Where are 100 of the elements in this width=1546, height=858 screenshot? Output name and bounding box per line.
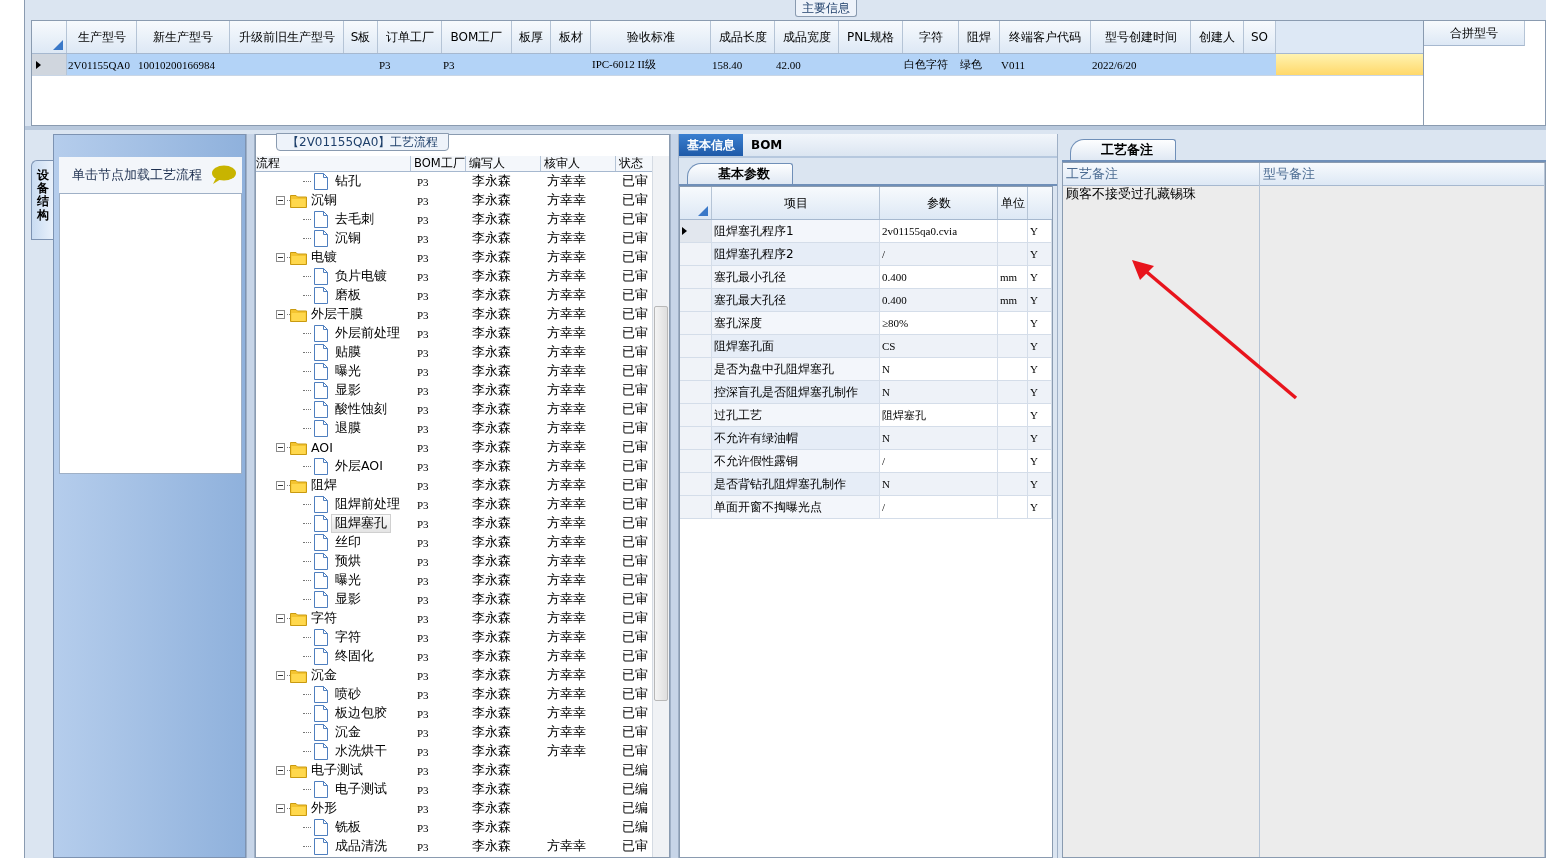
tree-item[interactable]: 外层前处理 [331, 324, 404, 343]
collapse-icon[interactable] [276, 443, 285, 452]
column-header[interactable]: 型号创建时间 [1091, 21, 1191, 53]
table-row[interactable]: 过孔工艺 阻焊塞孔 Y [680, 404, 1052, 427]
tree-item[interactable]: 沉金 [307, 666, 341, 685]
table-cell: 阻焊塞孔程序1 [712, 220, 880, 242]
table-row[interactable]: 塞孔最小孔径 0.400 mm Y [680, 266, 1052, 289]
tree-item[interactable]: 显影 [331, 381, 365, 400]
tree-item[interactable]: AOI [307, 439, 337, 456]
tree-item[interactable]: 水洗烘干 [331, 742, 391, 761]
collapse-icon[interactable] [276, 671, 285, 680]
column-header[interactable]: BOM工厂 [411, 156, 466, 171]
tree-item[interactable]: 喷砂 [331, 685, 365, 704]
column-header[interactable]: 创建人 [1191, 21, 1244, 53]
tree-item[interactable]: 退膜 [331, 419, 365, 438]
tree-item[interactable]: 成品清洗 [331, 837, 391, 856]
tree-item[interactable]: 电镀 [307, 248, 341, 267]
tree-item[interactable]: 沉金 [331, 723, 365, 742]
column-header[interactable]: 字符 [903, 21, 959, 53]
tree-item[interactable]: 显影 [331, 590, 365, 609]
column-header[interactable]: 参数 [880, 187, 998, 219]
tree-item[interactable]: 去毛刺 [331, 210, 378, 229]
table-row[interactable]: 单面开窗不掏曝光点 / Y [680, 496, 1052, 519]
table-row[interactable]: 2V01155QA0 10010200166984 P3 P3 IPC-6012 II级 158.40 42.00 白色字符 绿色 V011 2022/6/20 [32, 54, 1423, 76]
tree-item[interactable]: 丝印 [331, 533, 365, 552]
column-header[interactable]: 编写人 [466, 156, 541, 171]
tab[interactable]: BOM [743, 134, 791, 156]
table-row[interactable]: 塞孔最大孔径 0.400 mm Y [680, 289, 1052, 312]
collapse-icon[interactable] [276, 253, 285, 262]
collapse-icon[interactable] [276, 310, 285, 319]
tree-item[interactable]: 字符 [307, 609, 341, 628]
column-header[interactable]: S板 [344, 21, 378, 53]
table-row[interactable]: 不允许假性露铜 / Y [680, 450, 1052, 473]
table-row[interactable]: 塞孔深度 ≥80% Y [680, 312, 1052, 335]
tree-item[interactable]: 负片电镀 [331, 267, 391, 286]
table-row[interactable]: 控深盲孔是否阻焊塞孔制作 N Y [680, 381, 1052, 404]
tab[interactable]: 工艺备注 [1070, 139, 1176, 160]
tree-item[interactable]: 贴膜 [331, 343, 365, 362]
tree-item[interactable]: 外层干膜 [307, 305, 367, 324]
column-header[interactable]: 验收标准 [591, 21, 711, 53]
column-header[interactable]: 终端客户代码 [1000, 21, 1091, 53]
tree-item[interactable]: 铣板 [331, 818, 365, 837]
column-header[interactable]: 新生产型号 [137, 21, 230, 53]
tree-item[interactable]: 阻焊前处理 [331, 495, 404, 514]
column-header[interactable]: 合拼型号 [1424, 21, 1525, 46]
splitter[interactable] [246, 134, 255, 858]
column-header[interactable]: 板材 [551, 21, 591, 53]
column-header[interactable]: BOM工厂 [442, 21, 512, 53]
tree-item[interactable]: 沉铜 [307, 191, 341, 210]
tree-item[interactable]: 外形 [307, 799, 341, 818]
table-cell-text: P3 [416, 194, 430, 207]
tree-item[interactable]: 曝光 [331, 571, 365, 590]
collapse-icon[interactable] [276, 804, 285, 813]
column-header[interactable]: 核审人 [541, 156, 616, 171]
table-cell-text: 李永森 [471, 496, 512, 513]
tree-item[interactable]: 终固化 [331, 647, 378, 666]
column-header[interactable]: 单位 [998, 187, 1028, 219]
row-header[interactable] [680, 220, 712, 242]
scrollbar[interactable] [652, 156, 669, 857]
tree-item[interactable]: 外层AOI [331, 457, 387, 476]
tree-item[interactable]: 电子测试 [331, 780, 391, 799]
table-cell-text: 2022/6/20 [1091, 57, 1138, 73]
column-header[interactable]: 项目 [712, 187, 880, 219]
column-header[interactable]: 生产型号 [67, 21, 137, 53]
tree-item[interactable]: 字符 [331, 628, 365, 647]
table-cell-text: 已审 [621, 724, 649, 741]
column-header[interactable]: 流程 [256, 156, 411, 171]
column-header[interactable]: 阻焊 [959, 21, 1000, 53]
column-header[interactable]: 成品宽度 [775, 21, 839, 53]
tab[interactable]: 基本信息 [679, 134, 743, 156]
tree-item[interactable]: 沉铜 [331, 229, 365, 248]
side-tab[interactable]: 设备结构 [31, 160, 53, 240]
table-row[interactable]: 阻焊塞孔面 CS Y [680, 335, 1052, 358]
column-header[interactable]: 板厚 [512, 21, 551, 53]
tab[interactable]: 基本参数 [687, 163, 793, 184]
tree-item[interactable]: 阻焊 [307, 476, 341, 495]
table-cell: Y [1028, 473, 1052, 495]
tree-item[interactable]: 阻焊塞孔 [331, 514, 391, 533]
tree-item[interactable]: 板边包胶 [331, 704, 391, 723]
table-row[interactable]: 是否为盘中孔阻焊塞孔 N Y [680, 358, 1052, 381]
table-row[interactable]: 不允许有绿油帽 N Y [680, 427, 1052, 450]
column-header[interactable]: 订单工厂 [378, 21, 442, 53]
column-header[interactable]: PNL规格 [839, 21, 903, 53]
table-row[interactable]: 阻焊塞孔程序2 / Y [680, 243, 1052, 266]
column-header[interactable]: 型号备注 [1260, 163, 1544, 186]
collapse-icon[interactable] [276, 196, 285, 205]
collapse-icon[interactable] [276, 614, 285, 623]
table-row[interactable]: 阻焊塞孔程序1 2v01155qa0.cvia Y [680, 220, 1052, 243]
tree-item[interactable]: 酸性蚀刻 [331, 400, 391, 419]
column-header[interactable]: 成品长度 [711, 21, 775, 53]
tree-item[interactable]: 预烘 [331, 552, 365, 571]
tree-item[interactable]: 钻孔 [331, 172, 365, 191]
column-header[interactable]: 升级前旧生产型号 [230, 21, 344, 53]
tree-item[interactable]: 曝光 [331, 362, 365, 381]
tree-item[interactable]: 电子测试 [307, 761, 367, 780]
tree-item[interactable]: 磨板 [331, 286, 365, 305]
collapse-icon[interactable] [276, 766, 285, 775]
collapse-icon[interactable] [276, 481, 285, 490]
table-row[interactable]: 是否背钻孔阻焊塞孔制作 N Y [680, 473, 1052, 496]
column-header[interactable]: 工艺备注 [1063, 163, 1259, 186]
